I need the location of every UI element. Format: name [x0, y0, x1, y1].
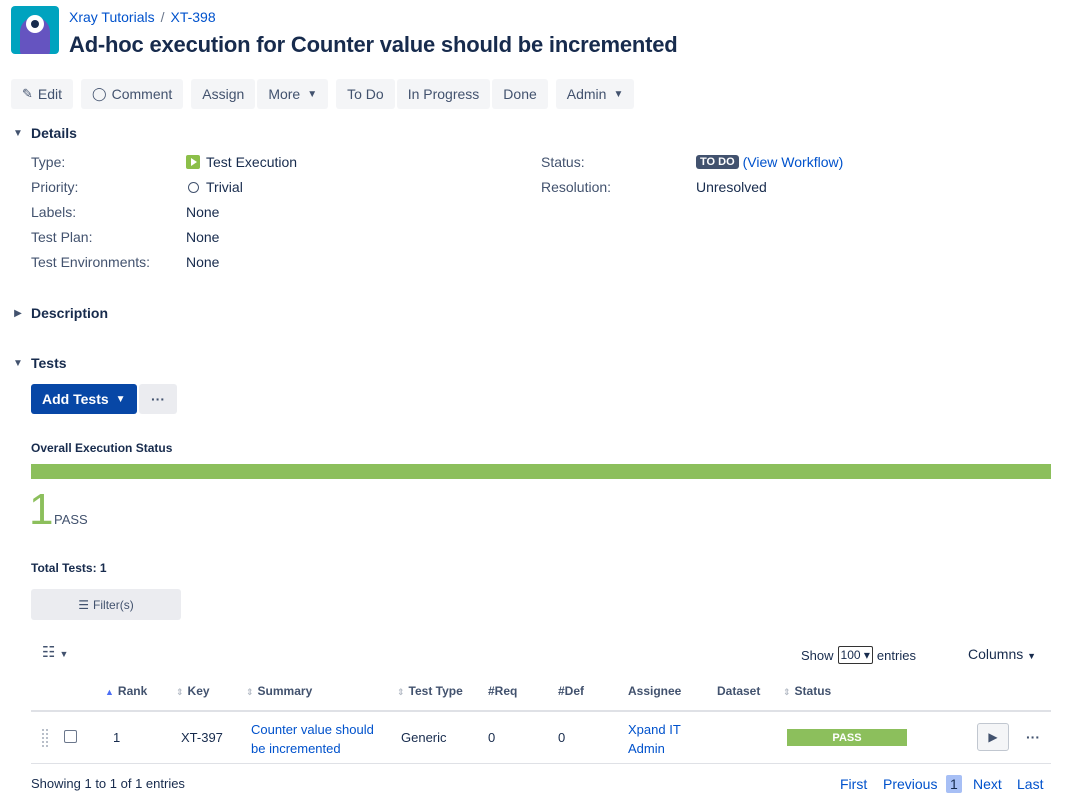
row-req: 0	[488, 730, 496, 745]
labels-label: Labels:	[31, 204, 77, 220]
column-header-dataset: Dataset	[717, 684, 761, 698]
pagination-next[interactable]: Next	[973, 776, 1002, 792]
add-tests-button[interactable]: Add Tests ▼	[31, 384, 137, 414]
pass-count: 1	[29, 485, 54, 534]
ellipsis-icon: ···	[151, 391, 165, 407]
row-rank: 1	[113, 730, 121, 745]
table-header-divider	[31, 710, 1051, 712]
more-button[interactable]: More ▼	[257, 79, 329, 109]
priority-value: Trivial	[188, 177, 243, 197]
admin-button[interactable]: Admin ▼	[555, 79, 635, 109]
breadcrumb: Xray Tutorials / XT-398	[69, 9, 216, 25]
sort-asc-icon: ▲	[105, 687, 114, 697]
details-section-toggle[interactable]: ▼ Details	[11, 125, 77, 141]
status-badge: TO DO	[696, 155, 739, 169]
test-execution-icon	[186, 155, 200, 169]
row-def: 0	[558, 730, 566, 745]
chevron-down-icon: ▼	[13, 127, 23, 139]
issue-header: Xray Tutorials / XT-398 Ad-hoc execution f…	[11, 6, 678, 58]
column-header-summary[interactable]: ⇕ Summary	[246, 684, 312, 698]
column-header-key[interactable]: ⇕ Key	[176, 684, 210, 698]
play-icon: ▶	[988, 730, 998, 744]
pagination-first[interactable]: First	[840, 776, 867, 792]
sort-icon: ⇕	[397, 687, 405, 697]
execute-test-button[interactable]: ▶	[977, 723, 1009, 751]
columns-dropdown[interactable]: Columns ▼	[968, 646, 1036, 662]
row-key-link[interactable]: XT-397	[181, 730, 223, 745]
column-header-test-type[interactable]: ⇕ Test Type	[397, 684, 463, 698]
sort-icon: ⇕	[246, 687, 254, 697]
resolution-value: Unresolved	[696, 179, 767, 195]
row-status-badge: PASS	[787, 729, 907, 746]
row-summary-link[interactable]: Counter value should be incremented	[251, 720, 374, 758]
column-header-rank[interactable]: ▲ Rank	[105, 684, 147, 698]
test-environments-value: None	[186, 254, 220, 270]
chevron-down-icon: ▼	[613, 88, 624, 100]
row-more-actions-icon[interactable]: ···	[1026, 729, 1040, 745]
project-avatar-icon[interactable]	[11, 6, 59, 54]
assign-button[interactable]: Assign	[191, 79, 256, 109]
row-assignee-link[interactable]: Xpand IT Admin	[628, 720, 681, 758]
sort-icon: ⇕	[783, 687, 791, 697]
overall-execution-status-label: Overall Execution Status	[31, 441, 173, 455]
in-progress-button[interactable]: In Progress	[396, 79, 491, 109]
drag-handle-icon[interactable]	[41, 728, 49, 748]
view-workflow-link[interactable]: (View Workflow)	[743, 154, 844, 170]
status-label: Status:	[541, 154, 585, 170]
pagination-last[interactable]: Last	[1017, 776, 1043, 792]
filter-icon: ☰	[78, 597, 90, 612]
caret-down-icon: ▼	[1027, 651, 1037, 661]
comment-icon: ◯	[92, 86, 107, 101]
chevron-down-icon: ▼	[115, 393, 126, 405]
trivial-priority-icon	[188, 181, 199, 193]
status-value: TO DO (View Workflow)	[696, 152, 843, 172]
row-checkbox[interactable]	[64, 730, 77, 743]
sort-icon: ⇕	[176, 687, 184, 697]
type-value: Test Execution	[186, 152, 297, 172]
description-section-toggle[interactable]: ▶ Description	[11, 305, 108, 321]
issue-toolbar: ✎ Edit ◯ Comment Assign More ▼ To Do In Pro…	[11, 79, 635, 109]
entries-per-page: Show 100 ▾ entries	[801, 646, 916, 664]
chevron-down-icon: ▼	[59, 649, 69, 659]
entries-select[interactable]: 100 ▾	[837, 646, 873, 664]
progress-fill-pass	[31, 464, 1051, 479]
column-header-assignee: Assignee	[628, 684, 682, 698]
priority-label: Priority:	[31, 179, 79, 195]
resolution-label: Resolution:	[541, 179, 612, 195]
test-plan-label: Test Plan:	[31, 229, 93, 245]
labels-value: None	[186, 204, 220, 220]
comment-button[interactable]: ◯ Comment	[81, 79, 184, 109]
pagination-previous[interactable]: Previous	[883, 776, 937, 792]
row-test-type: Generic	[401, 730, 447, 745]
filters-button[interactable]: ☰ Filter(s)	[31, 589, 181, 620]
pencil-icon: ✎	[22, 86, 33, 101]
tests-section-toggle[interactable]: ▼ Tests	[11, 355, 67, 371]
pass-count-label: PASS	[54, 512, 88, 527]
showing-entries-info: Showing 1 to 1 of 1 entries	[31, 776, 185, 791]
test-environments-label: Test Environments:	[31, 254, 151, 270]
breadcrumb-project-link[interactable]: Xray Tutorials	[69, 9, 155, 25]
pagination-current-page[interactable]: 1	[946, 775, 962, 793]
overall-execution-progress-bar	[31, 464, 1051, 479]
chevron-down-icon: ▼	[307, 88, 318, 100]
page-title: Ad-hoc execution for Counter value shoul…	[69, 32, 678, 57]
chevron-down-icon: ▼	[13, 357, 23, 369]
column-list-icon[interactable]: ☷ ▼	[42, 643, 68, 661]
breadcrumb-issue-key-link[interactable]: XT-398	[170, 9, 215, 25]
column-header-def: #Def	[558, 684, 585, 698]
edit-button[interactable]: ✎ Edit	[11, 79, 74, 109]
total-tests: Total Tests: 1	[31, 561, 107, 575]
type-label: Type:	[31, 154, 66, 170]
chevron-right-icon: ▶	[14, 307, 22, 319]
column-header-req: #Req	[488, 684, 518, 698]
todo-button[interactable]: To Do	[336, 79, 395, 109]
column-header-status[interactable]: ⇕ Status	[783, 684, 831, 698]
table-bottom-divider	[31, 763, 1051, 764]
tests-more-actions-button[interactable]: ···	[139, 384, 177, 414]
done-button[interactable]: Done	[492, 79, 548, 109]
test-plan-value: None	[186, 229, 220, 245]
